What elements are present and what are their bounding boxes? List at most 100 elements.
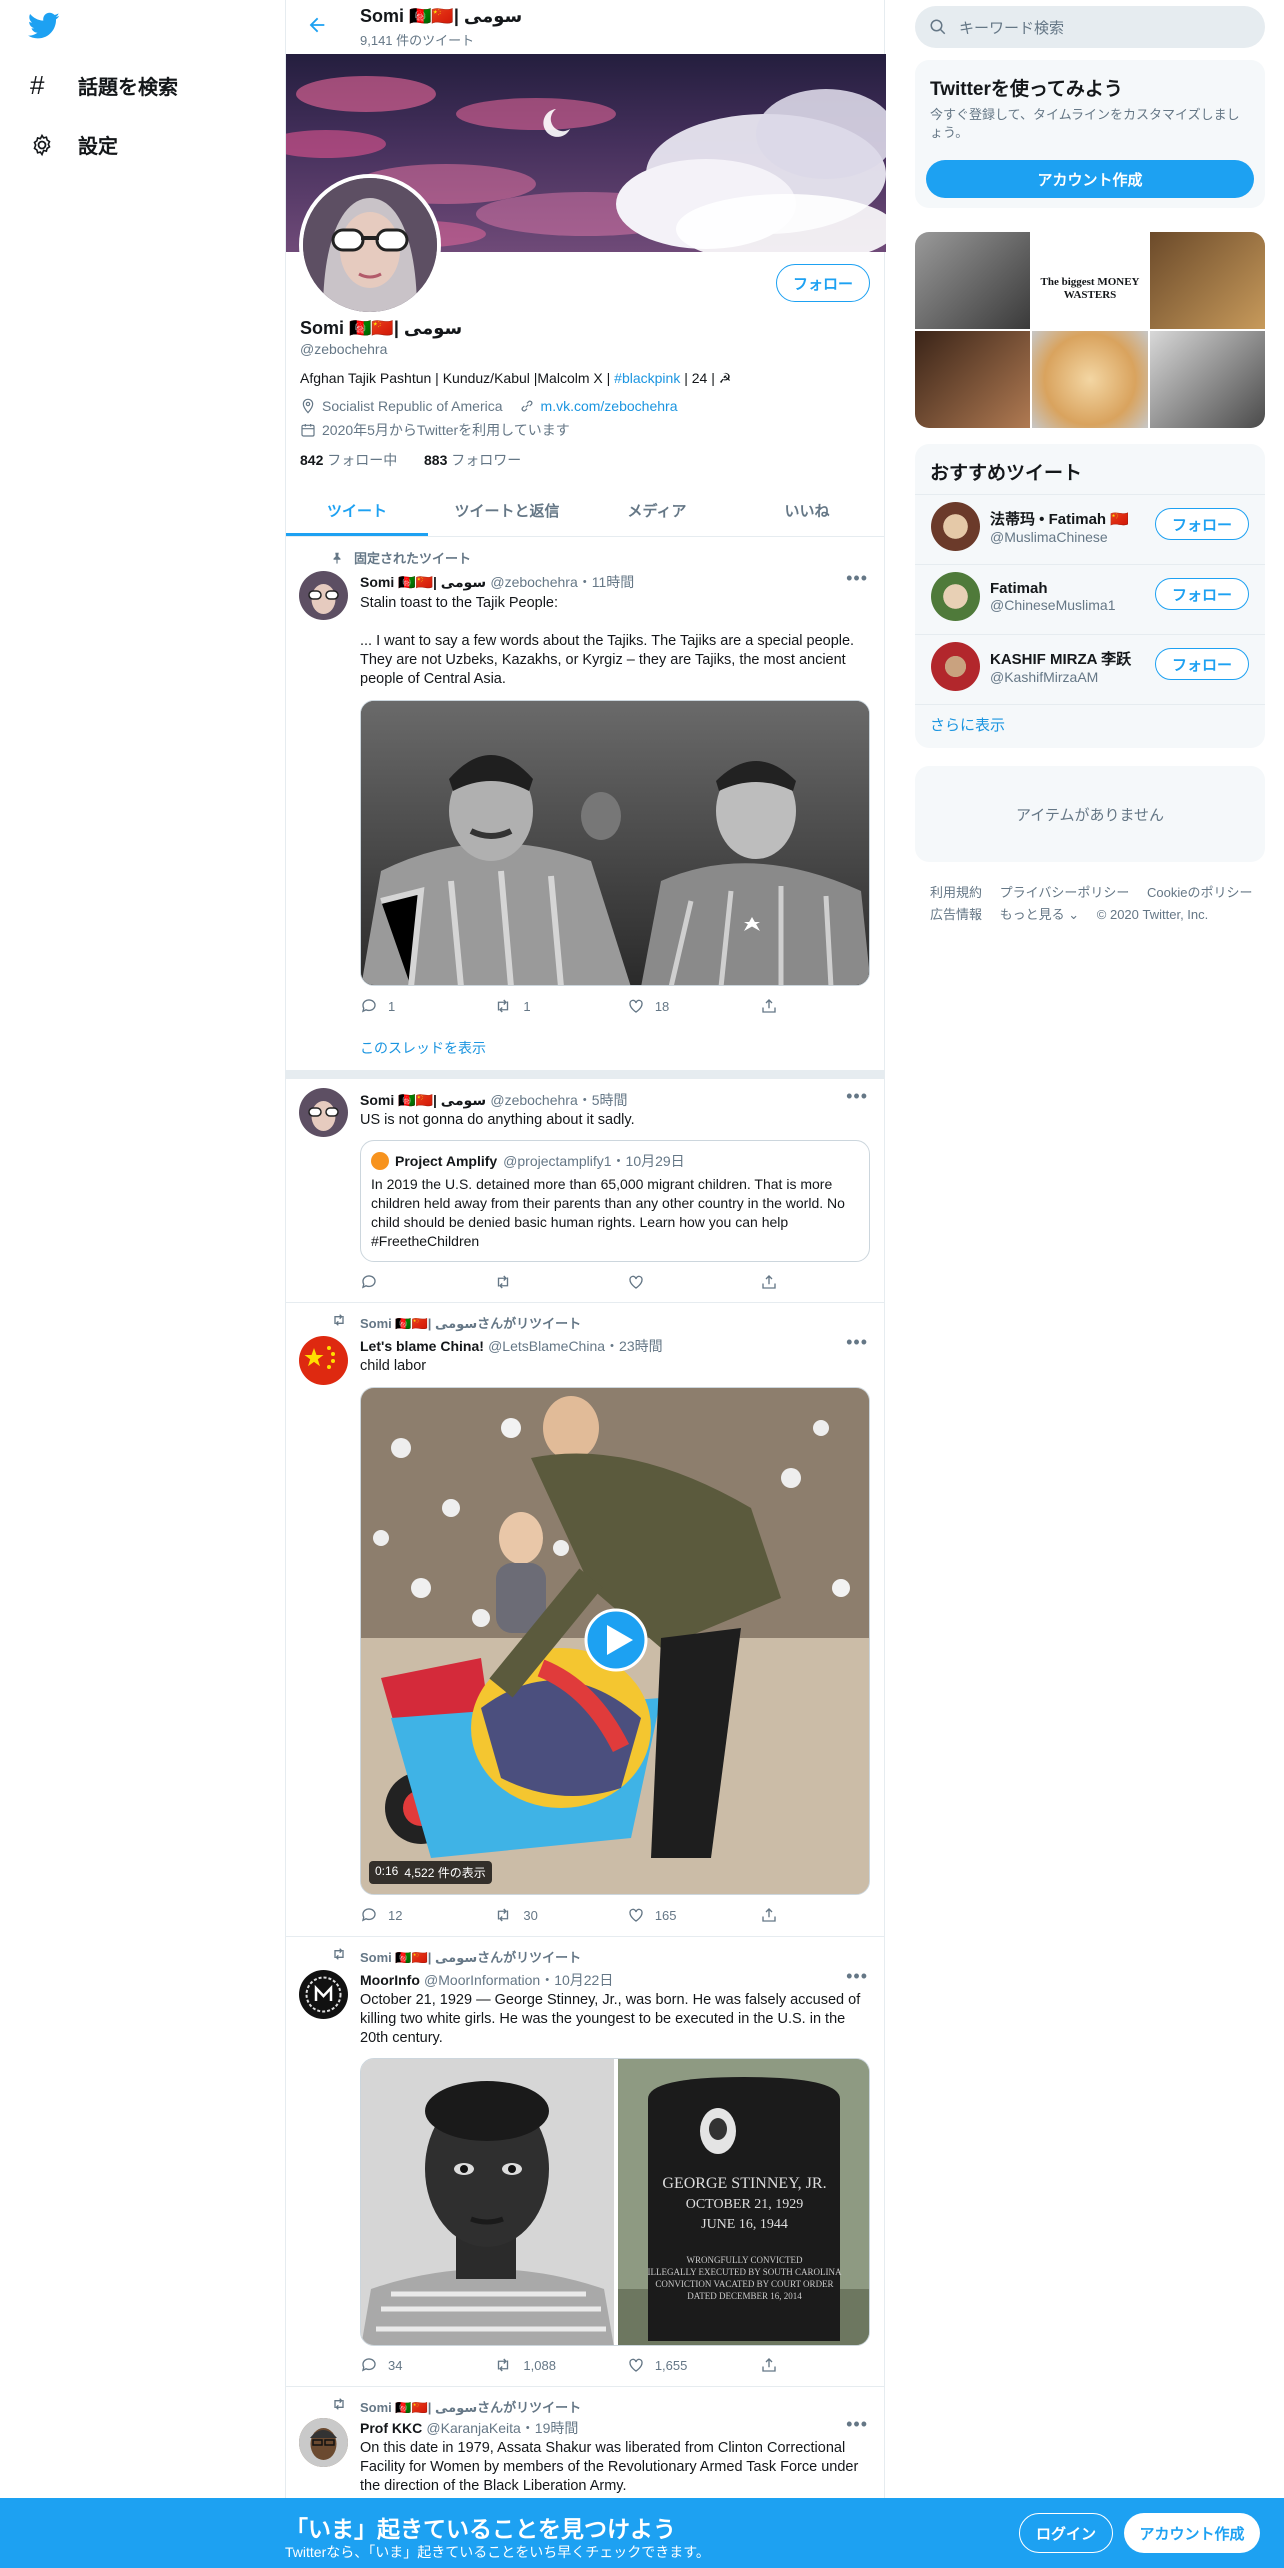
login-button[interactable]: ログイン xyxy=(1019,2513,1113,2553)
retweet-label[interactable]: Somi 🇦🇫🇨🇳| سومیさんがリツイート xyxy=(360,1947,581,1966)
tweet-image[interactable] xyxy=(360,700,870,986)
follow-button[interactable]: フォロー xyxy=(776,264,870,302)
footer-link[interactable]: 利用規約 xyxy=(930,885,982,900)
tab-likes[interactable]: いいね xyxy=(728,484,886,536)
show-more-link[interactable]: さらに表示 xyxy=(930,714,1005,735)
tweet-image-portrait[interactable] xyxy=(361,2059,614,2345)
tweet-images: GEORGE STINNEY, JR. OCTOBER 21, 1929 JUN… xyxy=(360,2058,870,2346)
heart-icon xyxy=(627,1906,645,1924)
pinned-label: 固定されたツイート xyxy=(354,551,472,566)
search-input[interactable]: キーワード検索 xyxy=(959,17,1064,38)
photo-grid-item[interactable] xyxy=(1150,232,1265,329)
reply-icon xyxy=(360,997,378,1015)
footer-link[interactable]: もっと見る ⌄ xyxy=(1000,907,1080,922)
empty-card: アイテムがありません xyxy=(915,766,1265,862)
footer-link[interactable]: Cookieのポリシー xyxy=(1147,885,1252,900)
profile-avatar[interactable] xyxy=(299,174,441,316)
retweet-button[interactable]: 1 xyxy=(493,997,626,1015)
following-stat[interactable]: 842 フォロー中 xyxy=(300,450,397,470)
more-icon[interactable]: ••• xyxy=(846,1966,868,1987)
retweet-button[interactable] xyxy=(493,1273,626,1291)
search-box[interactable]: キーワード検索 xyxy=(915,6,1265,48)
retweet-button[interactable]: 1,088 xyxy=(493,2356,626,2374)
thread-separator xyxy=(286,1070,884,1079)
nav-explore[interactable]: # 話題を検索 xyxy=(30,70,178,101)
who-follow-button[interactable]: フォロー xyxy=(1155,578,1249,610)
tweet-video[interactable]: 0:16 4,522 件の表示 xyxy=(360,1387,870,1895)
profile-handle: @zebochehra xyxy=(300,341,388,357)
retweet-count: 30 xyxy=(523,1907,538,1923)
reply-button[interactable]: 1 xyxy=(360,997,493,1015)
like-button[interactable]: 18 xyxy=(627,997,760,1015)
tab-media[interactable]: メディア xyxy=(586,484,728,536)
who-follow-button[interactable]: フォロー xyxy=(1155,648,1249,680)
more-icon[interactable]: ••• xyxy=(846,1332,868,1353)
profile-link[interactable]: m.vk.com/zebochehra xyxy=(541,398,678,414)
tweet-image-tombstone[interactable]: GEORGE STINNEY, JR. OCTOBER 21, 1929 JUN… xyxy=(618,2059,869,2345)
show-thread-link[interactable]: このスレッドを表示 xyxy=(360,1038,486,1058)
twitter-logo-icon[interactable] xyxy=(28,12,60,40)
tweet-meta[interactable]: @LetsBlameChina・23時間 xyxy=(488,1338,663,1354)
nav-explore-label: 話題を検索 xyxy=(78,77,178,99)
share-button[interactable] xyxy=(760,1906,780,1924)
reply-button[interactable]: 12 xyxy=(360,1906,493,1924)
tweet-divider xyxy=(286,2386,884,2387)
share-button[interactable] xyxy=(760,1273,780,1291)
retweet-count: 1 xyxy=(523,998,531,1014)
avatar[interactable] xyxy=(299,1088,348,1137)
tweet-meta[interactable]: @zebochehra・5時間 xyxy=(490,1092,627,1108)
photo-grid-item[interactable]: The biggest MONEY WASTERS xyxy=(1032,232,1148,329)
like-button[interactable] xyxy=(627,1273,760,1291)
gear-icon xyxy=(30,133,54,157)
more-icon[interactable]: ••• xyxy=(846,2414,868,2435)
signup-button[interactable]: アカウント作成 xyxy=(926,160,1254,198)
retweet-label[interactable]: Somi 🇦🇫🇨🇳| سومیさんがリツイート xyxy=(360,2397,581,2416)
who-to-follow-card: おすすめツイート 法蒂玛 • Fatimah 🇨🇳 @MuslimaChines… xyxy=(915,444,1265,748)
tweet-author-name[interactable]: Somi 🇦🇫🇨🇳| سومی xyxy=(360,1092,486,1108)
tweet-meta[interactable]: @zebochehra・11時間 xyxy=(490,574,634,590)
reply-button[interactable] xyxy=(360,1273,493,1291)
bio-hashtag-link[interactable]: #blackpink xyxy=(614,370,680,386)
avatar[interactable] xyxy=(299,571,348,620)
tweet-author-name[interactable]: Prof KKC xyxy=(360,2420,422,2436)
like-button[interactable]: 1,655 xyxy=(627,2356,760,2374)
more-icon[interactable]: ••• xyxy=(846,1086,868,1107)
tweet-author-name[interactable]: Let's blame China! xyxy=(360,1338,484,1354)
tweet-header: Somi 🇦🇫🇨🇳| سومی @zebochehra・11時間 xyxy=(360,572,634,592)
more-icon[interactable]: ••• xyxy=(846,568,868,589)
banner-signup-button[interactable]: アカウント作成 xyxy=(1124,2513,1260,2553)
nav-settings[interactable]: 設定 xyxy=(30,130,118,159)
tweet-author-name[interactable]: MoorInfo xyxy=(360,1972,420,1988)
footer-link[interactable]: 広告情報 xyxy=(930,907,982,922)
tweet-meta[interactable]: @MoorInformation・10月22日 xyxy=(424,1972,613,1988)
back-arrow-icon[interactable] xyxy=(306,14,328,36)
avatar[interactable] xyxy=(299,2418,348,2467)
header-tweet-count: 9,141 件のツイート xyxy=(360,33,475,48)
video-views: 4,522 件の表示 xyxy=(404,1866,486,1880)
photo-grid-item[interactable] xyxy=(915,232,1030,329)
footer-copyright: © 2020 Twitter, Inc. xyxy=(1096,907,1209,922)
reply-button[interactable]: 34 xyxy=(360,2356,493,2374)
quoted-tweet[interactable]: Project Amplify @projectamplify1・10月29日 … xyxy=(360,1140,870,1262)
like-button[interactable]: 165 xyxy=(627,1906,760,1924)
followers-stat[interactable]: 883 フォロワー xyxy=(424,450,521,470)
tab-tweets-replies[interactable]: ツイートと返信 xyxy=(428,484,586,536)
share-button[interactable] xyxy=(760,997,780,1015)
retweet-icon xyxy=(493,2356,513,2374)
share-button[interactable] xyxy=(760,2356,780,2374)
avatar[interactable] xyxy=(299,1336,348,1385)
footer-link[interactable]: プライバシーポリシー xyxy=(1000,885,1130,900)
retweet-count: 1,088 xyxy=(523,2357,556,2373)
photo-grid-item[interactable] xyxy=(1150,331,1265,428)
who-follow-button[interactable]: フォロー xyxy=(1155,508,1249,540)
who-divider xyxy=(915,494,1265,495)
retweet-label[interactable]: Somi 🇦🇫🇨🇳| سومیさんがリツイート xyxy=(360,1313,581,1332)
tweet-author-name[interactable]: Somi 🇦🇫🇨🇳| سومی xyxy=(360,574,486,590)
tab-tweets[interactable]: ツイート xyxy=(286,484,428,536)
photo-grid-item[interactable] xyxy=(915,331,1030,428)
tweet-meta[interactable]: @KaranjaKeita・19時間 xyxy=(426,2420,578,2436)
retweet-button[interactable]: 30 xyxy=(493,1906,626,1924)
reply-icon xyxy=(360,1273,378,1291)
photo-grid-item[interactable] xyxy=(1032,331,1148,428)
avatar[interactable] xyxy=(299,1970,348,2019)
